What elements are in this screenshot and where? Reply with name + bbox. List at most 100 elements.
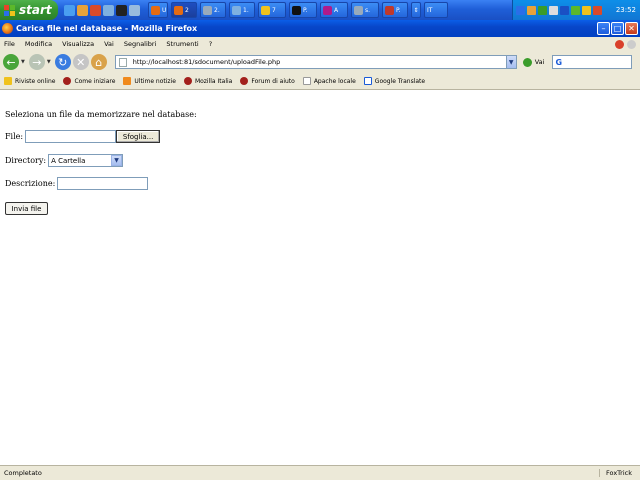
forward-dropdown-icon[interactable]: ▼ (47, 59, 51, 65)
bookmark-google-translate[interactable]: Google Translate (363, 77, 425, 85)
close-button[interactable]: ✕ (625, 22, 638, 35)
start-label: start (19, 3, 52, 17)
bookmark-mozilla-italia[interactable]: Mozilla Italia (183, 77, 232, 85)
taskbar-button[interactable]: 1. (229, 2, 255, 18)
file-label: File: (5, 132, 24, 141)
taskbar-button[interactable]: s. (351, 2, 379, 18)
taskbar-scroll-button[interactable]: ⇕ (411, 2, 421, 18)
menu-strumenti[interactable]: Strumenti (166, 40, 198, 48)
description-input[interactable] (57, 177, 149, 190)
mozilla-icon (63, 77, 72, 85)
window-title: Carica file nel database - Mozilla Firef… (16, 24, 198, 33)
menu-visualizza[interactable]: Visualizza (62, 40, 94, 48)
back-button[interactable]: ← (3, 54, 19, 70)
quick-launch-icon[interactable] (90, 4, 101, 16)
search-input[interactable]: G (552, 55, 633, 69)
quick-launch-icon[interactable] (129, 4, 140, 16)
home-button[interactable]: ⌂ (90, 54, 107, 70)
tray-icon[interactable] (516, 5, 525, 15)
taskbar-button[interactable]: P. (289, 2, 317, 18)
chevron-down-icon[interactable]: ▼ (505, 56, 516, 68)
quick-launch-icon[interactable] (116, 4, 127, 16)
bookmark-come-iniziare[interactable]: Come iniziare (63, 77, 115, 85)
minimize-button[interactable]: – (597, 22, 610, 35)
forward-button[interactable]: → (28, 54, 45, 70)
taskbar-button[interactable]: A (320, 2, 348, 18)
page-content: Seleziona un file da memorizzare nel dat… (0, 91, 640, 465)
window-titlebar[interactable]: Carica file nel database - Mozilla Firef… (0, 20, 640, 37)
chevron-down-icon[interactable]: ▼ (111, 155, 123, 166)
menu-vai[interactable]: Vai (104, 40, 114, 48)
folder-icon (4, 77, 12, 85)
reload-button[interactable]: ↻ (54, 54, 71, 70)
quick-launch-icon[interactable] (103, 4, 114, 16)
menu-help[interactable]: ? (209, 40, 212, 48)
taskbar-button[interactable]: U (148, 2, 168, 18)
quick-launch-icon[interactable] (77, 4, 88, 16)
bookmark-apache-locale[interactable]: Apache locale (302, 77, 356, 85)
start-button[interactable]: start (0, 0, 58, 20)
app-icon (203, 5, 212, 15)
file-row: File: Sfoglia... (5, 130, 161, 143)
menu-modifica[interactable]: Modifica (25, 40, 52, 48)
stop-icon[interactable] (615, 39, 624, 49)
screen: start U 2 2. 1. 7 P. A s. P. ⇕ IT 23:52 … (0, 0, 640, 480)
status-text: Completato (4, 469, 42, 477)
browse-button[interactable]: Sfoglia... (116, 130, 161, 143)
menu-right-icons (615, 39, 636, 49)
taskbar-button[interactable]: 2. (200, 2, 226, 18)
stop-icon: ✕ (76, 55, 86, 69)
menu-segnalibri[interactable]: Segnalibri (124, 40, 157, 48)
navigation-toolbar: ← ▼ → ▼ ↻ ✕ ⌂ http://localhost:81/sdocum… (0, 51, 640, 73)
tray-icon[interactable] (571, 5, 580, 15)
tray-icon[interactable] (538, 5, 547, 15)
maximize-icon: □ (613, 23, 622, 33)
app-icon (323, 5, 332, 15)
foxtrick-status[interactable]: FoxTrick (599, 469, 636, 477)
directory-value: A Cartella (51, 156, 86, 165)
go-label: Vai (534, 58, 545, 66)
close-icon: ✕ (628, 23, 635, 33)
bookmark-ultime-notizie[interactable]: Ultime notizie (123, 77, 176, 85)
bookmark-forum-di-aiuto[interactable]: Forum di aiuto (240, 77, 295, 85)
description-label: Descrizione: (5, 179, 56, 188)
submit-button[interactable]: Invia file (5, 202, 48, 215)
go-button[interactable]: Vai (522, 57, 545, 67)
address-bar[interactable]: http://localhost:81/sdocument/uploadFile… (114, 55, 517, 69)
menu-file[interactable]: File (4, 40, 15, 48)
tray-icon[interactable] (593, 5, 602, 15)
window-controls: – □ ✕ (597, 22, 638, 35)
stop-button[interactable]: ✕ (72, 54, 89, 70)
go-icon (522, 57, 532, 67)
tray-icon[interactable] (527, 5, 536, 15)
console-icon (292, 5, 301, 15)
taskbar-button[interactable]: 2 (171, 2, 197, 18)
quick-launch-icon[interactable] (64, 4, 75, 16)
address-text[interactable]: http://localhost:81/sdocument/uploadFile… (133, 58, 281, 66)
firefox-icon (174, 5, 183, 15)
app-icon (354, 5, 363, 15)
clock[interactable]: 23:52 (616, 6, 636, 14)
directory-select[interactable]: A Cartella ▼ (48, 154, 124, 167)
system-tray: 23:52 (512, 0, 640, 20)
reload-icon: ↻ (58, 55, 68, 69)
google-icon[interactable]: G (555, 58, 562, 67)
taskbar-button[interactable]: P. (382, 2, 408, 18)
bookmark-riviste-online[interactable]: Riviste online (4, 77, 55, 85)
upload-instructions: Seleziona un file da memorizzare nel dat… (5, 110, 197, 119)
mozilla-icon (183, 77, 192, 85)
tray-icon[interactable] (560, 5, 569, 15)
page-icon (302, 77, 311, 85)
tray-icon[interactable] (582, 5, 591, 15)
tray-icon[interactable] (549, 5, 558, 15)
page-icon (118, 57, 127, 67)
back-dropdown-icon[interactable]: ▼ (21, 59, 25, 65)
file-path-input[interactable] (25, 130, 117, 143)
taskbar-button[interactable]: IT (424, 2, 448, 18)
taskbar-button[interactable]: 7 (258, 2, 286, 18)
firefox-icon (151, 5, 160, 15)
maximize-button[interactable]: □ (611, 22, 624, 35)
directory-label: Directory: (5, 156, 47, 165)
home-icon: ⌂ (95, 55, 103, 69)
windows-flag-icon (4, 4, 15, 16)
